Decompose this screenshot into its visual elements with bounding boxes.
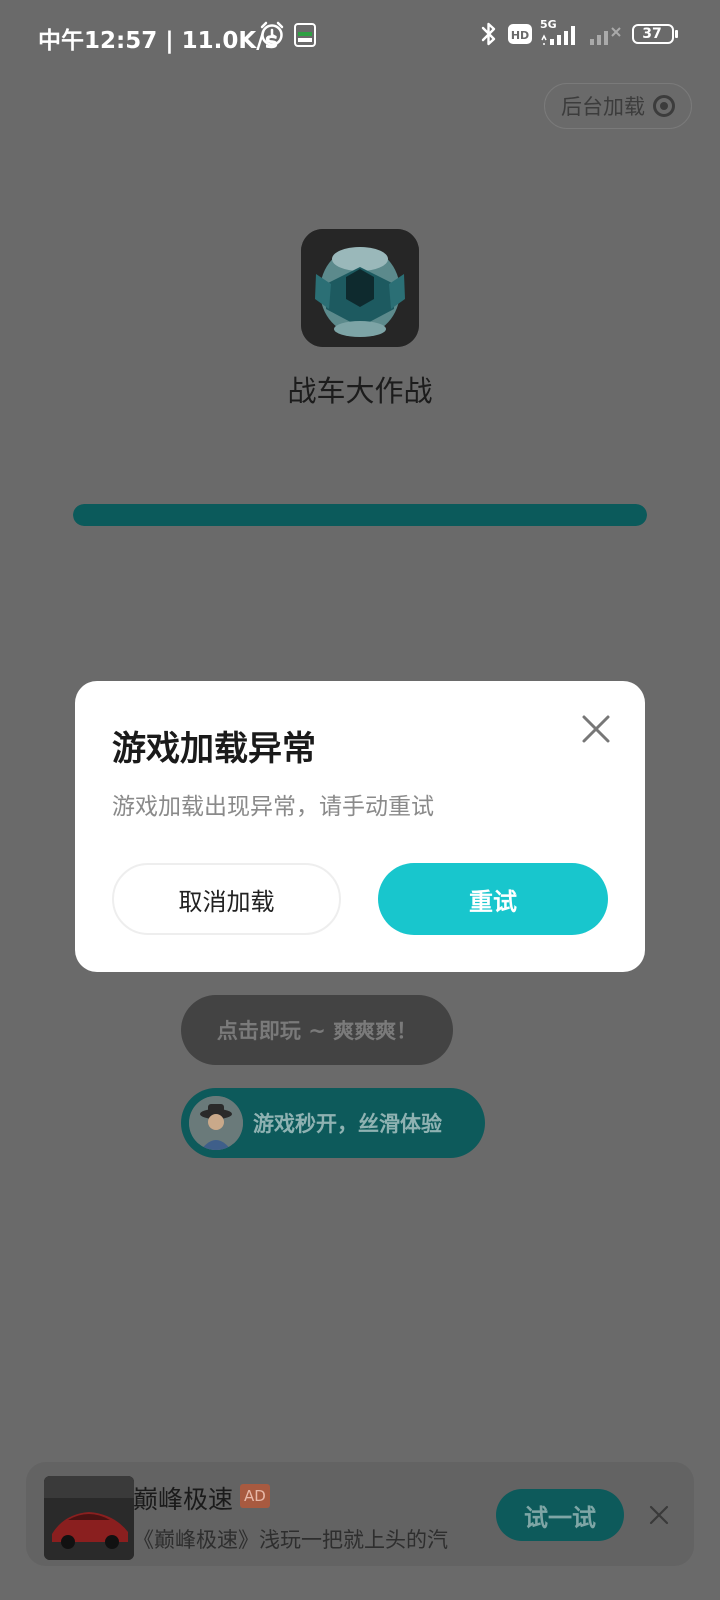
game-icon — [301, 229, 419, 347]
svg-text:HD: HD — [511, 29, 529, 42]
promo-avatar — [189, 1096, 243, 1150]
status-bar: 中午12:57 | 11.0K/s HD 5G 37 — [0, 0, 720, 70]
ad-title: 巅峰极速 — [133, 1485, 234, 1514]
game-title: 战车大作战 — [287, 374, 433, 408]
signal-strength-icon — [541, 26, 575, 45]
retry-button[interactable]: 重试 — [378, 863, 608, 935]
ad-try-button[interactable]: 试一试 — [496, 1489, 624, 1541]
background-load-button[interactable]: 后台加载 — [544, 83, 692, 129]
promo-fast-open-label: 游戏秒开，丝滑体验 — [253, 1112, 442, 1136]
close-icon[interactable] — [578, 711, 614, 747]
dialog-title: 游戏加载异常 — [112, 729, 316, 769]
alarm-icon — [260, 21, 284, 46]
ad-close-icon[interactable] — [648, 1504, 670, 1526]
hd-icon: HD — [508, 24, 532, 44]
load-error-dialog: 游戏加载异常 游戏加载出现异常，请手动重试 取消加载 重试 — [75, 681, 645, 972]
ad-banner[interactable]: 巅峰极速 AD 《巅峰极速》浅玩一把就上头的汽 试一试 — [26, 1462, 694, 1566]
loading-progress-fill — [73, 504, 647, 526]
ad-thumbnail — [44, 1476, 134, 1560]
game-art-icon — [301, 229, 419, 347]
promo-fast-open: 游戏秒开，丝滑体验 — [181, 1088, 485, 1158]
status-time: 中午12:57 | 11.0K/s — [38, 28, 279, 54]
battery-level: 37 — [642, 26, 662, 42]
background-load-label: 后台加载 — [561, 95, 645, 119]
dialog-message: 游戏加载出现异常，请手动重试 — [112, 794, 434, 820]
promo-instant-play: 点击即玩 ~ 爽爽爽！ — [181, 995, 453, 1065]
loading-progress-bar — [73, 504, 647, 526]
bluetooth-icon — [481, 22, 496, 46]
target-icon — [653, 95, 675, 117]
sim-card-icon — [294, 23, 316, 47]
signal-weak-icon — [590, 27, 621, 45]
ad-description: 《巅峰极速》浅玩一把就上头的汽 — [133, 1528, 448, 1552]
ad-badge: AD — [240, 1484, 270, 1508]
cancel-load-button[interactable]: 取消加载 — [112, 863, 341, 935]
promo-instant-play-label: 点击即玩 ~ 爽爽爽！ — [216, 1019, 418, 1043]
